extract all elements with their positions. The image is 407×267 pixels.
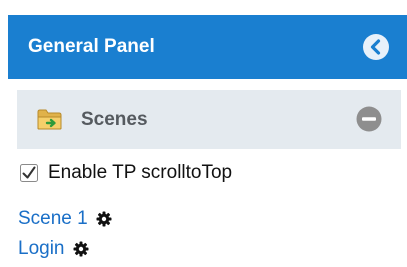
chevron-left-circle-icon xyxy=(362,33,390,61)
checkbox-label: Enable TP scrolltoTop xyxy=(48,162,233,183)
collapse-button[interactable] xyxy=(362,33,390,61)
list-item: Scene 1 xyxy=(18,207,112,231)
gear-icon[interactable] xyxy=(73,241,89,257)
scenes-section-header[interactable]: Scenes xyxy=(17,90,401,149)
scroll-to-top-option: Enable TP scrolltoTop xyxy=(20,160,232,186)
gear-icon[interactable] xyxy=(96,211,112,227)
panel-header: General Panel xyxy=(8,15,407,79)
section-title: Scenes xyxy=(81,109,148,130)
collapse-section-button[interactable] xyxy=(356,106,382,132)
panel-title: General Panel xyxy=(28,36,155,57)
general-panel: General Panel Scenes Enable TP scrolltoT… xyxy=(0,0,407,267)
login-link[interactable]: Login xyxy=(18,238,65,260)
scene-1-link[interactable]: Scene 1 xyxy=(18,208,88,230)
folder-icon xyxy=(37,108,63,131)
minus-circle-icon xyxy=(356,106,382,132)
list-item: Login xyxy=(18,237,89,261)
enable-scrolltotop-checkbox[interactable] xyxy=(20,164,38,182)
